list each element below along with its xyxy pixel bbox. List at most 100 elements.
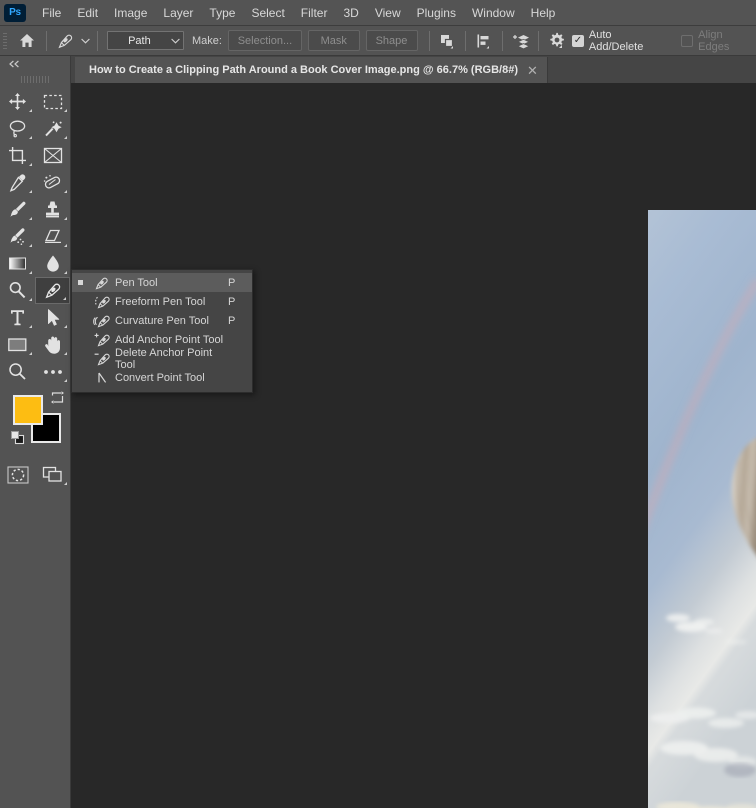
collapse-tools-button[interactable] xyxy=(0,56,70,71)
close-icon[interactable]: ✕ xyxy=(518,64,547,77)
rectangular-marquee-tool[interactable] xyxy=(35,88,70,115)
make-mask-button[interactable]: Mask xyxy=(307,30,360,51)
hand-tool[interactable] xyxy=(35,331,70,358)
flyout-corner-indicator xyxy=(29,217,32,220)
menu-plugins[interactable]: Plugins xyxy=(409,3,464,23)
flyout-item-label: Pen Tool xyxy=(115,276,158,289)
spot-healing-brush-tool[interactable] xyxy=(35,169,70,196)
tool-preset-caret[interactable] xyxy=(78,38,92,44)
menu-edit[interactable]: Edit xyxy=(69,3,106,23)
flyout-item-curvature-pen-tool[interactable]: Curvature Pen Tool P xyxy=(72,311,252,330)
menu-image[interactable]: Image xyxy=(106,3,155,23)
screen-mode-button[interactable] xyxy=(35,461,70,488)
menu-3d[interactable]: 3D xyxy=(335,3,366,23)
menu-view[interactable]: View xyxy=(367,3,409,23)
path-operations-icon xyxy=(441,34,454,48)
auto-add-delete-checkbox[interactable]: ✓ xyxy=(572,34,584,47)
document-image[interactable] xyxy=(648,210,756,808)
gear-icon xyxy=(550,32,564,48)
clone-stamp-tool[interactable] xyxy=(35,196,70,223)
convert-point-icon xyxy=(89,370,115,386)
make-selection-button[interactable]: Selection... xyxy=(227,30,302,51)
swap-colors-icon xyxy=(51,391,64,404)
align-edges-checkbox[interactable] xyxy=(681,34,694,47)
pen-tool-icon xyxy=(89,275,115,291)
dodge-icon xyxy=(9,281,26,299)
flyout-item-pen-tool[interactable]: Pen Tool P xyxy=(72,273,252,292)
swap-colors-button[interactable] xyxy=(50,391,65,410)
horizontal-type-tool[interactable] xyxy=(0,304,35,331)
menu-help[interactable]: Help xyxy=(523,3,564,23)
align-edges-control[interactable]: Align Edges xyxy=(681,29,756,53)
flyout-item-convert-point-tool[interactable]: Convert Point Tool xyxy=(72,368,252,387)
selected-bullet xyxy=(78,280,83,285)
document-tab[interactable]: How to Create a Clipping Path Around a B… xyxy=(75,57,548,83)
menu-bar: Ps File Edit Image Layer Type Select Fil… xyxy=(0,0,756,26)
magnifier-icon xyxy=(9,363,26,380)
auto-add-delete-control[interactable]: ✓ Auto Add/Delete xyxy=(572,29,667,53)
default-colors-button[interactable] xyxy=(11,431,25,450)
home-button[interactable] xyxy=(12,27,42,55)
pen-tool-icon xyxy=(45,283,61,299)
current-tool-preset[interactable] xyxy=(52,29,78,53)
pen-tool[interactable] xyxy=(35,277,70,304)
gradient-tool[interactable] xyxy=(0,250,35,277)
path-mode-value: Path xyxy=(128,34,151,47)
menu-filter[interactable]: Filter xyxy=(293,3,336,23)
quick-mask-button[interactable] xyxy=(0,461,35,488)
eraser-tool[interactable] xyxy=(35,223,70,250)
path-arrangement-icon xyxy=(512,34,530,49)
foreground-color-swatch[interactable] xyxy=(13,395,43,425)
path-operations-button[interactable] xyxy=(434,29,460,53)
magic-wand-icon xyxy=(44,121,62,137)
path-selection-tool[interactable] xyxy=(35,304,70,331)
menu-file[interactable]: File xyxy=(34,3,69,23)
make-shape-button[interactable]: Shape xyxy=(365,30,418,51)
zoom-tool[interactable] xyxy=(0,358,35,385)
lasso-icon xyxy=(9,120,26,138)
menu-layer[interactable]: Layer xyxy=(155,3,201,23)
object-selection-tool[interactable] xyxy=(35,115,70,142)
add-anchor-point-icon xyxy=(89,332,115,348)
healing-brush-icon xyxy=(43,175,61,189)
options-bar-gripper[interactable] xyxy=(3,29,12,52)
align-edges-label: Align Edges xyxy=(698,28,730,53)
brush-tool[interactable] xyxy=(0,196,35,223)
flyout-corner-indicator xyxy=(29,352,32,355)
flyout-corner-indicator xyxy=(64,217,67,220)
move-tool[interactable] xyxy=(0,88,35,115)
history-brush-tool[interactable] xyxy=(0,223,35,250)
tools-panel-gripper[interactable] xyxy=(17,73,53,85)
edit-toolbar-button[interactable] xyxy=(35,358,70,385)
crop-tool[interactable] xyxy=(0,142,35,169)
blur-tool[interactable] xyxy=(35,250,70,277)
stamp-icon xyxy=(46,201,59,218)
auto-add-delete-label: Auto Add/Delete xyxy=(588,28,644,53)
photoshop-logo: Ps xyxy=(4,3,26,22)
document-canvas[interactable] xyxy=(71,83,756,808)
path-alignment-button[interactable] xyxy=(471,29,497,53)
toolbar-bottom xyxy=(0,461,70,488)
flyout-item-label: Freeform Pen Tool xyxy=(115,295,206,308)
path-alignment-icon xyxy=(477,34,489,48)
flyout-item-delete-anchor-point-tool[interactable]: Delete Anchor Point Tool xyxy=(72,347,252,371)
lasso-tool[interactable] xyxy=(0,115,35,142)
dodge-tool[interactable] xyxy=(0,277,35,304)
menu-type[interactable]: Type xyxy=(201,3,243,23)
make-label: Make: xyxy=(191,34,222,47)
tool-settings-button[interactable] xyxy=(544,29,570,53)
flyout-item-freeform-pen-tool[interactable]: Freeform Pen Tool P xyxy=(72,292,252,311)
flyout-corner-indicator xyxy=(29,136,32,139)
frame-tool[interactable] xyxy=(35,142,70,169)
flyout-item-shortcut: P xyxy=(228,314,236,327)
path-arrangement-button[interactable] xyxy=(508,29,534,53)
path-mode-select[interactable]: Path xyxy=(106,31,184,50)
flyout-corner-indicator xyxy=(64,109,67,112)
delete-anchor-point-icon xyxy=(89,351,115,367)
flyout-corner-indicator xyxy=(29,271,32,274)
menu-window[interactable]: Window xyxy=(464,3,523,23)
rectangle-tool[interactable] xyxy=(0,331,35,358)
eraser-icon xyxy=(44,229,61,243)
menu-select[interactable]: Select xyxy=(243,3,292,23)
eyedropper-tool[interactable] xyxy=(0,169,35,196)
